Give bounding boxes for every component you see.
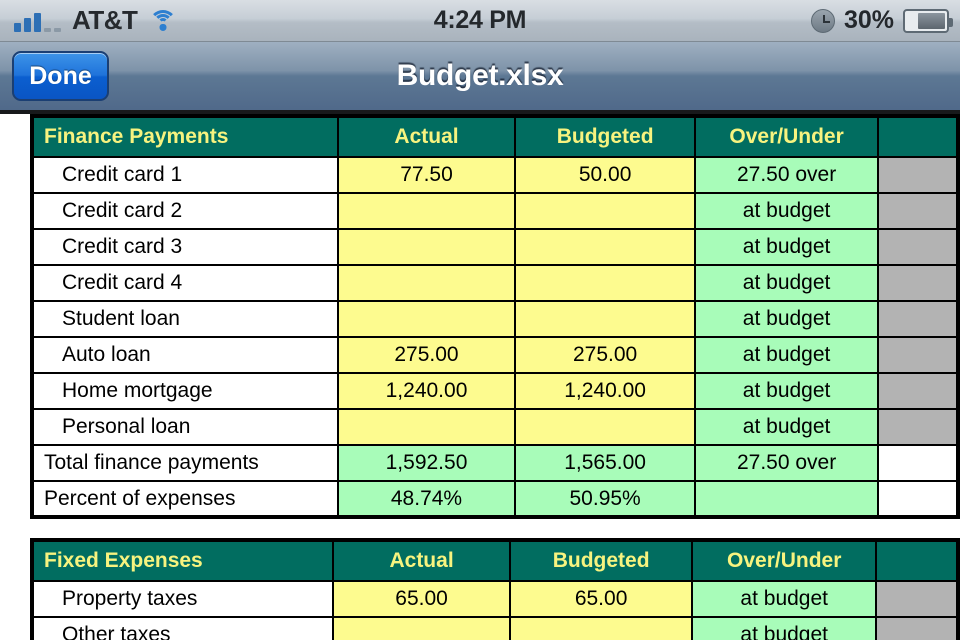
table-row[interactable]: Personal loan at budget	[31, 408, 959, 446]
table-row[interactable]: Credit card 3 at budget	[31, 228, 959, 266]
page-title: Budget.xlsx	[396, 59, 564, 92]
cell-actual[interactable]: 1,592.50	[336, 444, 517, 482]
table-fixed-expenses[interactable]: Fixed Expenses Actual Budgeted Over/Under Pr…	[30, 538, 960, 640]
row-label[interactable]: Total finance payments	[31, 444, 339, 482]
status-bar: AT&T 4:24 PM 30%	[0, 0, 960, 42]
cell-locked[interactable]	[877, 336, 959, 374]
row-label[interactable]: Auto loan	[31, 336, 339, 374]
cell-actual[interactable]	[336, 228, 517, 266]
column-header-budgeted: Budgeted	[514, 115, 697, 158]
table-body: Fixed Expenses Actual Budgeted Over/Under Pr…	[30, 539, 959, 640]
row-label[interactable]: Credit card 3	[31, 228, 339, 266]
column-header-category: Fixed Expenses	[30, 539, 335, 582]
cell-locked[interactable]	[875, 616, 959, 640]
row-label[interactable]: Percent of expenses	[31, 480, 339, 518]
cell-locked[interactable]	[875, 580, 959, 618]
cell-budgeted[interactable]	[509, 616, 694, 640]
column-header-spacer	[877, 115, 959, 158]
row-label[interactable]: Credit card 4	[31, 264, 339, 302]
cell-budgeted[interactable]	[514, 264, 697, 302]
cell-locked[interactable]	[877, 300, 959, 338]
cell-actual[interactable]: 1,240.00	[336, 372, 517, 410]
table-row[interactable]: Home mortgage 1,240.00 1,240.00 at budget	[31, 372, 959, 410]
cell-actual[interactable]	[336, 300, 517, 338]
table-total-row[interactable]: Percent of expenses 48.74% 50.95%	[31, 480, 959, 518]
cell-locked[interactable]	[877, 156, 959, 194]
cell-actual[interactable]: 275.00	[336, 336, 517, 374]
cell-budgeted[interactable]: 1,565.00	[514, 444, 697, 482]
battery-icon	[903, 8, 953, 33]
table-total-row[interactable]: Total finance payments 1,592.50 1,565.00 27…	[31, 444, 959, 482]
cell-over-under[interactable]: at budget	[694, 408, 879, 446]
table-header-row: Fixed Expenses Actual Budgeted Over/Under	[30, 539, 959, 582]
cell-locked[interactable]	[877, 192, 959, 230]
cell-actual[interactable]	[336, 264, 517, 302]
cell-locked[interactable]	[877, 228, 959, 266]
row-label[interactable]: Home mortgage	[31, 372, 339, 410]
cell-over-under[interactable]	[694, 480, 879, 518]
cell-locked[interactable]	[877, 264, 959, 302]
row-label[interactable]: Student loan	[31, 300, 339, 338]
table-finance-payments[interactable]: Finance Payments Actual Budgeted Over/Under…	[30, 114, 960, 519]
cell-over-under[interactable]: at budget	[691, 580, 878, 618]
cell-actual[interactable]: 77.50	[336, 156, 517, 194]
battery-empty-portion	[918, 12, 945, 29]
table-row[interactable]: Student loan at budget	[31, 300, 959, 338]
cell-budgeted[interactable]: 50.00	[514, 156, 697, 194]
column-header-over-under: Over/Under	[691, 539, 878, 582]
column-header-actual: Actual	[336, 115, 517, 158]
table-row[interactable]: Auto loan 275.00 275.00 at budget	[31, 336, 959, 374]
spreadsheet-canvas[interactable]: Finance Payments Actual Budgeted Over/Under…	[0, 114, 960, 640]
column-header-category: Finance Payments	[31, 115, 339, 158]
cell-spacer	[877, 480, 959, 518]
cell-spacer	[877, 444, 959, 482]
cell-over-under[interactable]: at budget	[694, 264, 879, 302]
cell-budgeted[interactable]	[514, 192, 697, 230]
cell-over-under[interactable]: at budget	[694, 372, 879, 410]
table-row[interactable]: Other taxes at budget	[30, 616, 959, 640]
done-button[interactable]: Done	[12, 51, 109, 101]
row-label[interactable]: Credit card 1	[31, 156, 339, 194]
cell-budgeted[interactable]: 1,240.00	[514, 372, 697, 410]
cell-budgeted[interactable]	[514, 300, 697, 338]
cell-over-under[interactable]: at budget	[694, 192, 879, 230]
table-row[interactable]: Credit card 1 77.50 50.00 27.50 over	[31, 156, 959, 194]
cell-over-under[interactable]: 27.50 over	[694, 444, 879, 482]
table-header-row: Finance Payments Actual Budgeted Over/Under	[31, 115, 959, 158]
navigation-bar: Done Budget.xlsx	[0, 42, 960, 114]
table-row[interactable]: Credit card 4 at budget	[31, 264, 959, 302]
alarm-clock-icon	[810, 8, 835, 33]
cell-actual[interactable]	[332, 616, 512, 640]
cell-budgeted[interactable]: 65.00	[509, 580, 694, 618]
cell-over-under[interactable]: 27.50 over	[694, 156, 879, 194]
row-label[interactable]: Personal loan	[31, 408, 339, 446]
row-label[interactable]: Property taxes	[30, 580, 335, 618]
row-label[interactable]: Other taxes	[30, 616, 335, 640]
cell-locked[interactable]	[877, 372, 959, 410]
column-header-actual: Actual	[332, 539, 512, 582]
column-header-budgeted: Budgeted	[509, 539, 694, 582]
cell-locked[interactable]	[877, 408, 959, 446]
cell-actual[interactable]	[336, 192, 517, 230]
cell-budgeted[interactable]	[514, 228, 697, 266]
cell-budgeted[interactable]	[514, 408, 697, 446]
cell-over-under[interactable]: at budget	[691, 616, 878, 640]
row-label[interactable]: Credit card 2	[31, 192, 339, 230]
cell-budgeted[interactable]: 50.95%	[514, 480, 697, 518]
cell-actual[interactable]: 65.00	[332, 580, 512, 618]
cell-budgeted[interactable]: 275.00	[514, 336, 697, 374]
cell-actual[interactable]	[336, 408, 517, 446]
table-row[interactable]: Property taxes 65.00 65.00 at budget	[30, 580, 959, 618]
cell-actual[interactable]: 48.74%	[336, 480, 517, 518]
cell-over-under[interactable]: at budget	[694, 228, 879, 266]
table-body: Finance Payments Actual Budgeted Over/Under…	[31, 115, 959, 518]
cell-over-under[interactable]: at budget	[694, 336, 879, 374]
cell-over-under[interactable]: at budget	[694, 300, 879, 338]
column-header-spacer	[875, 539, 959, 582]
table-row[interactable]: Credit card 2 at budget	[31, 192, 959, 230]
column-header-over-under: Over/Under	[694, 115, 879, 158]
